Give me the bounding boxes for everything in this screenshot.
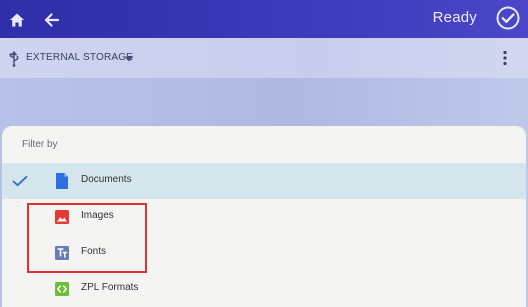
filter-title: Filter by	[22, 139, 58, 150]
filter-option-fonts[interactable]: Fonts	[2, 235, 526, 271]
filter-sheet: Filter by Documents Images Fonts ZPL For…	[2, 126, 526, 307]
filter-option-zpl-formats[interactable]: ZPL Formats	[2, 271, 526, 307]
storage-dropdown-label[interactable]: EXTERNAL STORAGE	[26, 52, 133, 63]
code-icon	[55, 282, 69, 296]
filter-option-label: ZPL Formats	[81, 282, 139, 293]
usb-icon	[9, 51, 19, 67]
chevron-down-icon[interactable]	[124, 56, 134, 62]
filter-option-documents[interactable]: Documents	[2, 163, 526, 199]
document-icon	[56, 173, 68, 189]
font-icon	[55, 246, 69, 260]
printer-screen: Ready EXTERNAL STORAGE Filter by Documen…	[0, 0, 528, 307]
check-icon	[12, 175, 28, 187]
filter-option-images[interactable]: Images	[2, 199, 526, 235]
filter-option-label: Fonts	[81, 246, 107, 257]
filter-option-label: Images	[81, 210, 114, 221]
ready-check-icon	[496, 6, 520, 30]
filter-option-label: Documents	[81, 174, 132, 185]
back-arrow-icon[interactable]	[42, 11, 60, 29]
home-icon[interactable]	[9, 12, 25, 28]
status-text: Ready	[432, 9, 477, 26]
storage-toolbar: EXTERNAL STORAGE	[0, 38, 528, 78]
more-options-icon[interactable]	[502, 50, 508, 66]
image-icon	[55, 210, 69, 224]
top-bar: Ready	[0, 0, 528, 38]
